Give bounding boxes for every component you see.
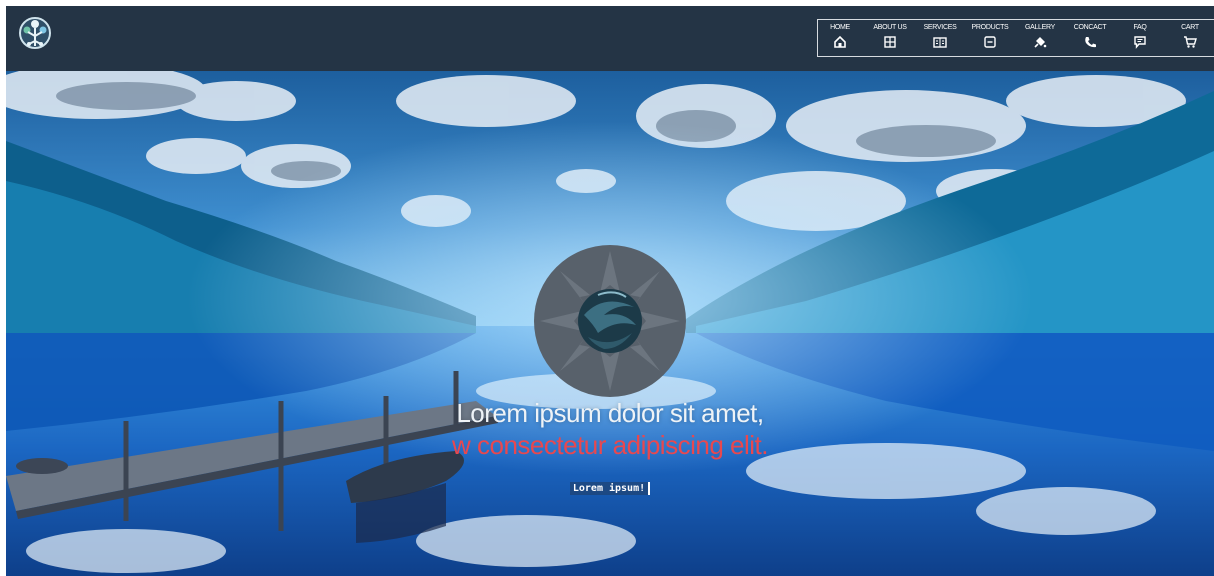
nav-item-faq[interactable]: FAQ	[1118, 24, 1162, 49]
swirl-globe-emblem-icon	[534, 245, 686, 397]
about-icon	[884, 36, 896, 48]
nav-item-about-us[interactable]: ABOUT US	[868, 24, 912, 49]
nav-label: ABOUT US	[873, 24, 907, 31]
nav-item-contact[interactable]: CONCACT	[1068, 24, 1112, 49]
nav-label: HOME	[830, 24, 850, 31]
nav-label: PRODUCTS	[971, 24, 1009, 31]
services-book-icon	[933, 37, 947, 48]
nav-item-cart[interactable]: CART	[1168, 24, 1212, 49]
hero-headline-line2: w consectetur adipiscing elit.	[452, 430, 768, 460]
gallery-paint-icon	[1034, 37, 1047, 48]
tree-globe-logo-icon[interactable]	[18, 16, 52, 54]
hero-section: Lorem ipsum dolor sit amet, w consectetu…	[6, 71, 1214, 576]
hero-cta-button[interactable]: Lorem ipsum!	[569, 482, 651, 495]
site-header: HOME ABOUT US SERVICES PRODUCTS GALLERY …	[6, 6, 1214, 71]
main-nav: HOME ABOUT US SERVICES PRODUCTS GALLERY …	[817, 19, 1214, 57]
hero-headline: Lorem ipsum dolor sit amet, w consectetu…	[6, 397, 1214, 461]
nav-label: SERVICES	[923, 24, 957, 31]
nav-label: GALLERY	[1024, 24, 1056, 31]
nav-label: FAQ	[1133, 24, 1147, 31]
page-frame: HOME ABOUT US SERVICES PRODUCTS GALLERY …	[6, 6, 1214, 576]
nav-item-products[interactable]: PRODUCTS	[968, 24, 1012, 49]
products-box-icon	[984, 36, 996, 48]
nav-label: CART	[1181, 24, 1199, 31]
nav-label: CONCACT	[1073, 24, 1107, 31]
nav-item-gallery[interactable]: GALLERY	[1018, 24, 1062, 49]
hero-cta-wrapper: Lorem ipsum!	[6, 478, 1214, 496]
home-icon	[834, 35, 846, 48]
cart-icon	[1184, 36, 1197, 48]
nav-item-services[interactable]: SERVICES	[918, 24, 962, 49]
nav-item-home[interactable]: HOME	[818, 24, 862, 49]
hero-headline-line1: Lorem ipsum dolor sit amet,	[456, 398, 764, 428]
faq-chat-icon	[1134, 36, 1146, 49]
contact-phone-icon	[1085, 37, 1096, 48]
